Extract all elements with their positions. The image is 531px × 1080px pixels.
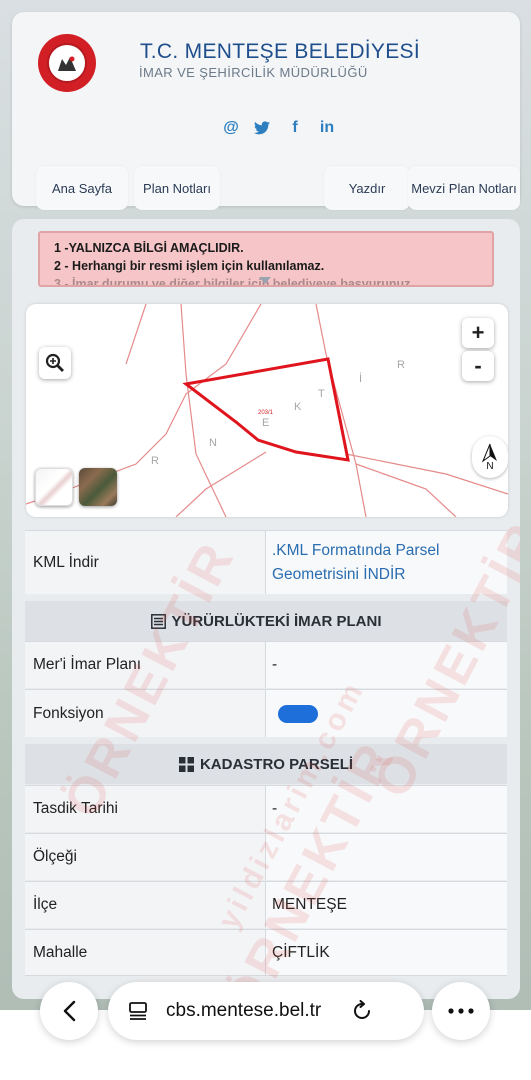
reload-icon[interactable] bbox=[351, 1000, 373, 1022]
table-row: Ölçeği bbox=[25, 833, 507, 880]
kml-link-line-1[interactable]: .KML Formatında Parsel bbox=[272, 539, 439, 563]
street-letter-4: K bbox=[294, 401, 302, 413]
more-button[interactable] bbox=[432, 982, 490, 1040]
table-row: İlçe MENTEŞE bbox=[25, 881, 507, 928]
list-icon bbox=[150, 613, 166, 629]
street-letter-2: N bbox=[209, 437, 217, 449]
warning-line-1: 1 -YALNIZCA BİLGİ AMAÇLIDIR. bbox=[54, 241, 244, 255]
street-letter-6: İ bbox=[359, 372, 362, 385]
row-value: ÇİFTLİK bbox=[266, 930, 507, 975]
row-key: Fonksiyon bbox=[25, 690, 266, 737]
municipality-logo[interactable] bbox=[38, 34, 96, 92]
table-row: Mahalle ÇİFTLİK bbox=[25, 929, 507, 976]
zoom-out-button[interactable]: - bbox=[462, 351, 494, 381]
kml-row: KML İndir .KML Formatında Parsel Geometr… bbox=[25, 530, 507, 594]
zoom-search-icon bbox=[45, 353, 64, 372]
cadastre-section-header: KADASTRO PARSELİ bbox=[25, 744, 507, 784]
zoom-search-button[interactable] bbox=[39, 347, 71, 379]
nav-local-plan-notes-button[interactable]: Mevzi Plan Notları bbox=[408, 166, 520, 210]
kml-link-line-2[interactable]: Geometrisini İNDİR bbox=[272, 563, 406, 587]
linkedin-icon[interactable]: in bbox=[318, 119, 336, 137]
twitter-icon[interactable] bbox=[254, 121, 272, 135]
logo-emblem-icon bbox=[58, 56, 76, 71]
street-letter-3: E bbox=[262, 417, 269, 429]
more-icon bbox=[448, 1008, 474, 1014]
row-key: İlçe bbox=[25, 882, 266, 928]
parcel-label: 203/1 bbox=[258, 410, 274, 416]
row-value bbox=[266, 834, 507, 880]
logo-inner bbox=[47, 43, 87, 83]
kml-download-link[interactable]: .KML Formatında Parsel Geometrisini İNDİ… bbox=[266, 531, 507, 594]
row-value bbox=[266, 690, 507, 737]
back-chevron-icon bbox=[63, 1000, 76, 1022]
row-key: Mer'i İmar Planı bbox=[25, 642, 266, 688]
function-color-swatch bbox=[278, 704, 318, 723]
reader-icon[interactable] bbox=[128, 1001, 148, 1021]
email-icon[interactable]: @ bbox=[222, 119, 240, 137]
page-title: T.C. MENTEŞE BELEDİYESİ bbox=[140, 40, 420, 63]
street-letter-7: R bbox=[397, 359, 405, 371]
kml-label: KML İndir bbox=[25, 531, 266, 594]
base-map-layer-thumbnail[interactable] bbox=[35, 468, 73, 506]
nav-home-button[interactable]: Ana Sayfa bbox=[36, 166, 128, 210]
content-card: 1 -YALNIZCA BİLGİ AMAÇLIDIR. 2 - Herhang… bbox=[12, 219, 520, 999]
nav-print-button[interactable]: Yazdır bbox=[324, 166, 410, 210]
social-links: @ f in bbox=[222, 119, 336, 137]
row-value: - bbox=[266, 642, 507, 688]
warning-line-2: 2 - Herhangi bir resmi işlem için kullan… bbox=[54, 259, 325, 273]
row-key: Mahalle bbox=[25, 930, 266, 975]
row-value: - bbox=[266, 786, 507, 832]
facebook-icon[interactable]: f bbox=[286, 119, 304, 137]
header-card: T.C. MENTEŞE BELEDİYESİ İMAR VE ŞEHİRCİL… bbox=[12, 12, 520, 210]
imar-plan-section-title: YÜRÜRLÜKTEKİ İMAR PLANI bbox=[171, 612, 382, 630]
address-bar[interactable]: cbs.mentese.bel.tr bbox=[108, 982, 424, 1040]
street-letter-1: R bbox=[151, 455, 159, 467]
grid-icon bbox=[178, 756, 194, 772]
imar-plan-section-header: YÜRÜRLÜKTEKİ İMAR PLANI bbox=[25, 601, 507, 641]
warning-collapse-icon[interactable] bbox=[258, 276, 272, 286]
row-key: Ölçeği bbox=[25, 834, 266, 880]
table-row: Fonksiyon bbox=[25, 689, 507, 737]
parcel-map[interactable]: R N E K T İ R 203/1 + - N bbox=[26, 304, 508, 517]
street-letter-5: T bbox=[318, 388, 325, 400]
north-arrow-icon bbox=[482, 443, 497, 462]
back-button[interactable] bbox=[40, 982, 98, 1040]
zoom-in-button[interactable]: + bbox=[462, 318, 494, 348]
nav-plan-notes-button[interactable]: Plan Notları bbox=[134, 166, 220, 210]
row-key: Tasdik Tarihi bbox=[25, 786, 266, 832]
cadastre-section-title: KADASTRO PARSELİ bbox=[199, 755, 354, 773]
satellite-layer-thumbnail[interactable] bbox=[79, 468, 117, 506]
page-subtitle: İMAR VE ŞEHİRCİLİK MÜDÜRLÜĞÜ bbox=[139, 65, 368, 80]
table-row: Tasdik Tarihi - bbox=[25, 785, 507, 832]
north-arrow[interactable]: N bbox=[472, 436, 508, 478]
url-text[interactable]: cbs.mentese.bel.tr bbox=[166, 1000, 321, 1022]
table-row: Mer'i İmar Planı - bbox=[25, 641, 507, 688]
north-label: N bbox=[486, 460, 494, 472]
row-value: MENTEŞE bbox=[266, 882, 507, 928]
